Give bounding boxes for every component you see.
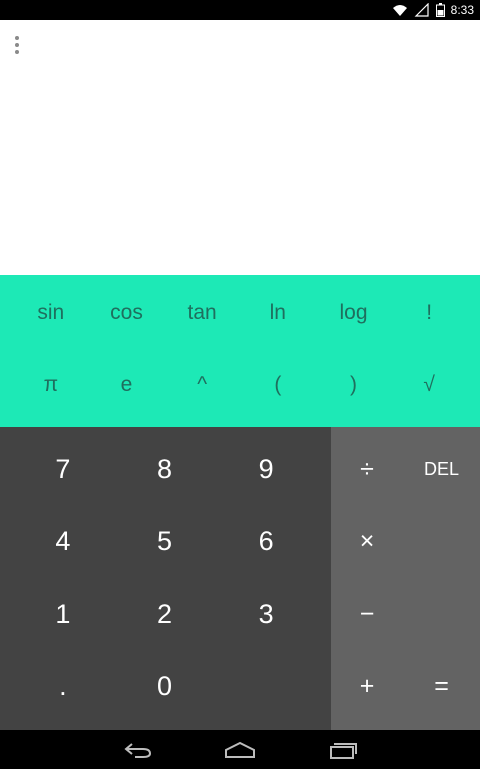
overflow-menu-icon[interactable] <box>8 32 26 58</box>
recents-icon[interactable] <box>313 730 373 769</box>
advanced-row-1: sin cos tan ln log ! <box>13 275 467 351</box>
home-icon[interactable] <box>210 730 270 769</box>
navigation-bar <box>0 730 480 769</box>
tan-button[interactable]: tan <box>164 275 240 351</box>
status-time: 8:33 <box>450 3 474 17</box>
number-pad: 7 8 9 4 5 6 1 2 3 . 0 <box>0 427 331 730</box>
decimal-point-button[interactable]: . <box>12 651 114 724</box>
plus-button[interactable]: + <box>331 651 403 724</box>
digit-5-button[interactable]: 5 <box>114 506 216 579</box>
advanced-row-2: π e ^ ( ) √ <box>13 347 467 423</box>
digit-7-button[interactable]: 7 <box>12 433 114 506</box>
digit-6-button[interactable]: 6 <box>215 506 317 579</box>
sin-button[interactable]: sin <box>13 275 89 351</box>
equals-button[interactable]: = <box>403 651 480 724</box>
ops-spacer <box>403 506 480 579</box>
wifi-icon <box>392 5 407 16</box>
log-button[interactable]: log <box>316 275 392 351</box>
ops-spacer <box>403 578 480 651</box>
empty-key <box>215 651 317 724</box>
divide-button[interactable]: ÷ <box>331 433 403 506</box>
right-paren-button[interactable]: ) <box>316 347 392 423</box>
factorial-button[interactable]: ! <box>391 275 467 351</box>
cos-button[interactable]: cos <box>89 275 165 351</box>
minus-button[interactable]: − <box>331 578 403 651</box>
battery-icon <box>435 3 445 17</box>
delete-button[interactable]: DEL <box>403 433 480 506</box>
status-bar: 8:33 <box>0 0 480 20</box>
digit-0-button[interactable]: 0 <box>114 651 216 724</box>
digit-1-button[interactable]: 1 <box>12 578 114 651</box>
left-paren-button[interactable]: ( <box>240 347 316 423</box>
digit-3-button[interactable]: 3 <box>215 578 317 651</box>
operator-pad: ÷ DEL × − + = <box>331 427 480 730</box>
digit-4-button[interactable]: 4 <box>12 506 114 579</box>
digit-9-button[interactable]: 9 <box>215 433 317 506</box>
e-button[interactable]: e <box>89 347 165 423</box>
advanced-functions-pad: sin cos tan ln log ! π e ^ ( ) √ <box>0 275 480 427</box>
digit-8-button[interactable]: 8 <box>114 433 216 506</box>
digit-2-button[interactable]: 2 <box>114 578 216 651</box>
signal-icon <box>414 3 429 17</box>
multiply-button[interactable]: × <box>331 506 403 579</box>
sqrt-button[interactable]: √ <box>391 347 467 423</box>
calculator-display <box>0 20 480 275</box>
pi-button[interactable]: π <box>13 347 89 423</box>
back-icon[interactable] <box>108 730 168 769</box>
status-icons: 8:33 <box>392 0 474 20</box>
power-button[interactable]: ^ <box>164 347 240 423</box>
ln-button[interactable]: ln <box>240 275 316 351</box>
